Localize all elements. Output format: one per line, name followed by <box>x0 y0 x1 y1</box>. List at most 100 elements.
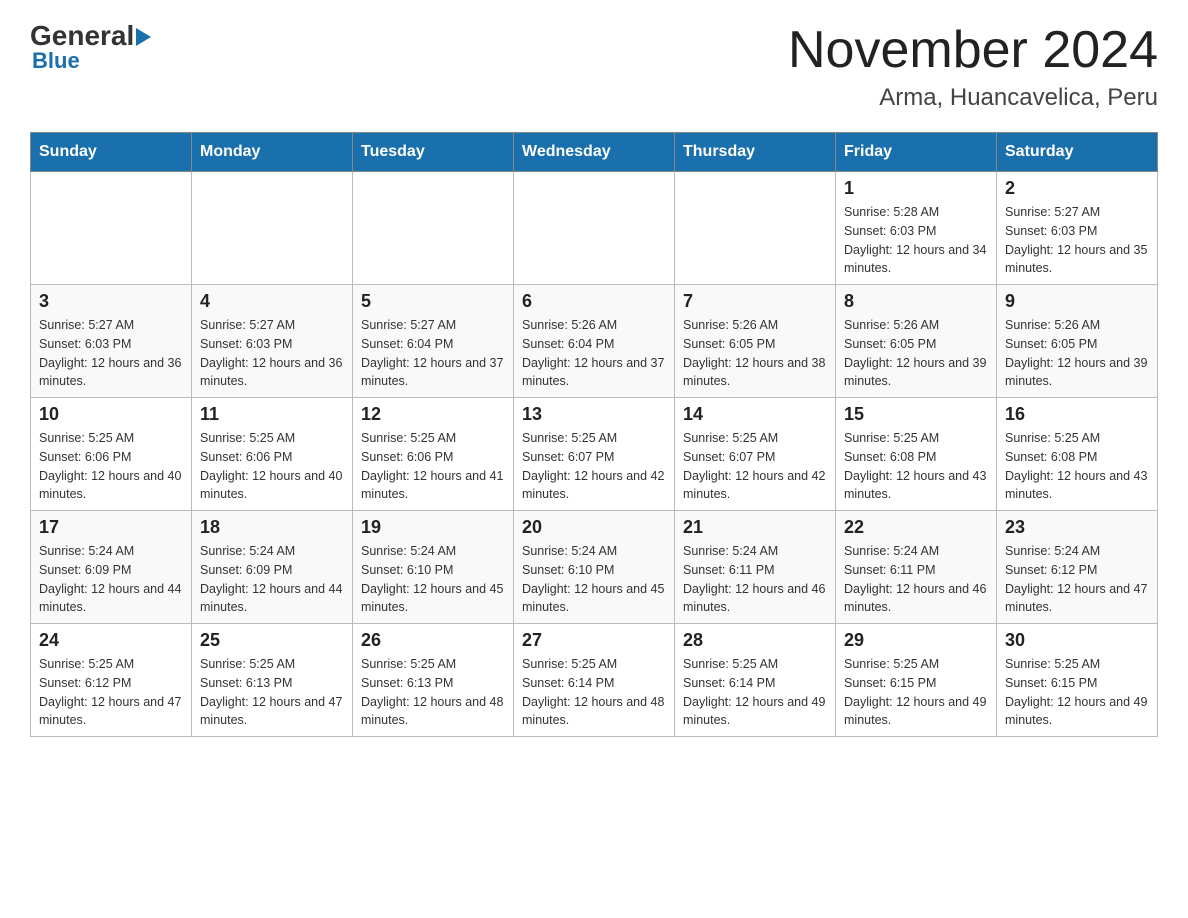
day-number: 22 <box>844 517 988 538</box>
col-tuesday: Tuesday <box>353 133 514 172</box>
day-number: 2 <box>1005 178 1149 199</box>
day-number: 6 <box>522 291 666 312</box>
day-info: Sunrise: 5:25 AM Sunset: 6:14 PM Dayligh… <box>683 655 827 730</box>
table-row: 3 Sunrise: 5:27 AM Sunset: 6:03 PM Daylig… <box>31 285 192 398</box>
table-row: 7 Sunrise: 5:26 AM Sunset: 6:05 PM Daylig… <box>675 285 836 398</box>
calendar: Sunday Monday Tuesday Wednesday Thursday… <box>30 132 1158 737</box>
day-number: 10 <box>39 404 183 425</box>
day-number: 14 <box>683 404 827 425</box>
table-row: 21 Sunrise: 5:24 AM Sunset: 6:11 PM Dayli… <box>675 511 836 624</box>
col-friday: Friday <box>836 133 997 172</box>
table-row: 30 Sunrise: 5:25 AM Sunset: 6:15 PM Dayli… <box>997 624 1158 737</box>
col-saturday: Saturday <box>997 133 1158 172</box>
table-row: 22 Sunrise: 5:24 AM Sunset: 6:11 PM Dayli… <box>836 511 997 624</box>
table-row: 19 Sunrise: 5:24 AM Sunset: 6:10 PM Dayli… <box>353 511 514 624</box>
calendar-week-row: 10 Sunrise: 5:25 AM Sunset: 6:06 PM Dayli… <box>31 398 1158 511</box>
day-info: Sunrise: 5:26 AM Sunset: 6:05 PM Dayligh… <box>683 316 827 391</box>
day-number: 30 <box>1005 630 1149 651</box>
day-info: Sunrise: 5:28 AM Sunset: 6:03 PM Dayligh… <box>844 203 988 278</box>
table-row: 20 Sunrise: 5:24 AM Sunset: 6:10 PM Dayli… <box>514 511 675 624</box>
day-info: Sunrise: 5:25 AM Sunset: 6:08 PM Dayligh… <box>1005 429 1149 504</box>
table-row: 29 Sunrise: 5:25 AM Sunset: 6:15 PM Dayli… <box>836 624 997 737</box>
day-info: Sunrise: 5:24 AM Sunset: 6:12 PM Dayligh… <box>1005 542 1149 617</box>
day-number: 18 <box>200 517 344 538</box>
day-info: Sunrise: 5:25 AM Sunset: 6:06 PM Dayligh… <box>200 429 344 504</box>
day-info: Sunrise: 5:26 AM Sunset: 6:05 PM Dayligh… <box>844 316 988 391</box>
table-row <box>192 172 353 285</box>
day-number: 16 <box>1005 404 1149 425</box>
col-wednesday: Wednesday <box>514 133 675 172</box>
table-row: 10 Sunrise: 5:25 AM Sunset: 6:06 PM Dayli… <box>31 398 192 511</box>
day-number: 15 <box>844 404 988 425</box>
location-title: Arma, Huancavelica, Peru <box>788 84 1158 112</box>
table-row: 16 Sunrise: 5:25 AM Sunset: 6:08 PM Dayli… <box>997 398 1158 511</box>
table-row: 15 Sunrise: 5:25 AM Sunset: 6:08 PM Dayli… <box>836 398 997 511</box>
table-row: 14 Sunrise: 5:25 AM Sunset: 6:07 PM Dayli… <box>675 398 836 511</box>
day-number: 1 <box>844 178 988 199</box>
day-info: Sunrise: 5:25 AM Sunset: 6:15 PM Dayligh… <box>844 655 988 730</box>
table-row <box>353 172 514 285</box>
table-row: 17 Sunrise: 5:24 AM Sunset: 6:09 PM Dayli… <box>31 511 192 624</box>
table-row: 25Sunrise: 5:25 AM Sunset: 6:13 PM Dayli… <box>192 624 353 737</box>
month-title: November 2024 <box>788 20 1158 80</box>
logo-blue-text: Blue <box>32 48 80 74</box>
day-number: 11 <box>200 404 344 425</box>
day-number: 23 <box>1005 517 1149 538</box>
col-monday: Monday <box>192 133 353 172</box>
day-number: 5 <box>361 291 505 312</box>
table-row: 9Sunrise: 5:26 AM Sunset: 6:05 PM Daylig… <box>997 285 1158 398</box>
day-number: 29 <box>844 630 988 651</box>
day-info: Sunrise: 5:24 AM Sunset: 6:11 PM Dayligh… <box>683 542 827 617</box>
day-info: Sunrise: 5:25 AM Sunset: 6:14 PM Dayligh… <box>522 655 666 730</box>
day-number: 20 <box>522 517 666 538</box>
day-number: 12 <box>361 404 505 425</box>
day-info: Sunrise: 5:25 AM Sunset: 6:08 PM Dayligh… <box>844 429 988 504</box>
table-row: 5Sunrise: 5:27 AM Sunset: 6:04 PM Daylig… <box>353 285 514 398</box>
calendar-week-row: 1 Sunrise: 5:28 AM Sunset: 6:03 PM Daylig… <box>31 172 1158 285</box>
col-thursday: Thursday <box>675 133 836 172</box>
day-info: Sunrise: 5:24 AM Sunset: 6:09 PM Dayligh… <box>39 542 183 617</box>
table-row: 27 Sunrise: 5:25 AM Sunset: 6:14 PM Dayli… <box>514 624 675 737</box>
day-info: Sunrise: 5:24 AM Sunset: 6:09 PM Dayligh… <box>200 542 344 617</box>
table-row: 11 Sunrise: 5:25 AM Sunset: 6:06 PM Dayli… <box>192 398 353 511</box>
day-info: Sunrise: 5:24 AM Sunset: 6:11 PM Dayligh… <box>844 542 988 617</box>
table-row <box>514 172 675 285</box>
table-row: 8Sunrise: 5:26 AM Sunset: 6:05 PM Daylig… <box>836 285 997 398</box>
day-info: Sunrise: 5:25 AM Sunset: 6:15 PM Dayligh… <box>1005 655 1149 730</box>
day-info: Sunrise: 5:25 AM Sunset: 6:06 PM Dayligh… <box>39 429 183 504</box>
col-sunday: Sunday <box>31 133 192 172</box>
day-number: 3 <box>39 291 183 312</box>
day-number: 27 <box>522 630 666 651</box>
logo: General Blue <box>30 20 151 74</box>
day-number: 9 <box>1005 291 1149 312</box>
day-info: Sunrise: 5:25 AM Sunset: 6:06 PM Dayligh… <box>361 429 505 504</box>
day-number: 26 <box>361 630 505 651</box>
day-number: 7 <box>683 291 827 312</box>
day-info: Sunrise: 5:25 AM Sunset: 6:07 PM Dayligh… <box>683 429 827 504</box>
day-number: 4 <box>200 291 344 312</box>
day-info: Sunrise: 5:27 AM Sunset: 6:03 PM Dayligh… <box>200 316 344 391</box>
day-number: 21 <box>683 517 827 538</box>
table-row: 2 Sunrise: 5:27 AM Sunset: 6:03 PM Daylig… <box>997 172 1158 285</box>
day-info: Sunrise: 5:25 AM Sunset: 6:13 PM Dayligh… <box>361 655 505 730</box>
table-row <box>675 172 836 285</box>
table-row: 13Sunrise: 5:25 AM Sunset: 6:07 PM Dayli… <box>514 398 675 511</box>
table-row: 28Sunrise: 5:25 AM Sunset: 6:14 PM Dayli… <box>675 624 836 737</box>
calendar-week-row: 24 Sunrise: 5:25 AM Sunset: 6:12 PM Dayli… <box>31 624 1158 737</box>
table-row <box>31 172 192 285</box>
calendar-week-row: 3 Sunrise: 5:27 AM Sunset: 6:03 PM Daylig… <box>31 285 1158 398</box>
day-info: Sunrise: 5:24 AM Sunset: 6:10 PM Dayligh… <box>361 542 505 617</box>
day-info: Sunrise: 5:27 AM Sunset: 6:03 PM Dayligh… <box>1005 203 1149 278</box>
title-area: November 2024 Arma, Huancavelica, Peru <box>788 20 1158 112</box>
table-row: 12 Sunrise: 5:25 AM Sunset: 6:06 PM Dayli… <box>353 398 514 511</box>
table-row: 24 Sunrise: 5:25 AM Sunset: 6:12 PM Dayli… <box>31 624 192 737</box>
day-info: Sunrise: 5:25 AM Sunset: 6:12 PM Dayligh… <box>39 655 183 730</box>
table-row: 1 Sunrise: 5:28 AM Sunset: 6:03 PM Daylig… <box>836 172 997 285</box>
day-number: 24 <box>39 630 183 651</box>
day-number: 17 <box>39 517 183 538</box>
table-row: 4 Sunrise: 5:27 AM Sunset: 6:03 PM Daylig… <box>192 285 353 398</box>
day-info: Sunrise: 5:24 AM Sunset: 6:10 PM Dayligh… <box>522 542 666 617</box>
day-info: Sunrise: 5:27 AM Sunset: 6:03 PM Dayligh… <box>39 316 183 391</box>
table-row: 23 Sunrise: 5:24 AM Sunset: 6:12 PM Dayli… <box>997 511 1158 624</box>
day-number: 19 <box>361 517 505 538</box>
